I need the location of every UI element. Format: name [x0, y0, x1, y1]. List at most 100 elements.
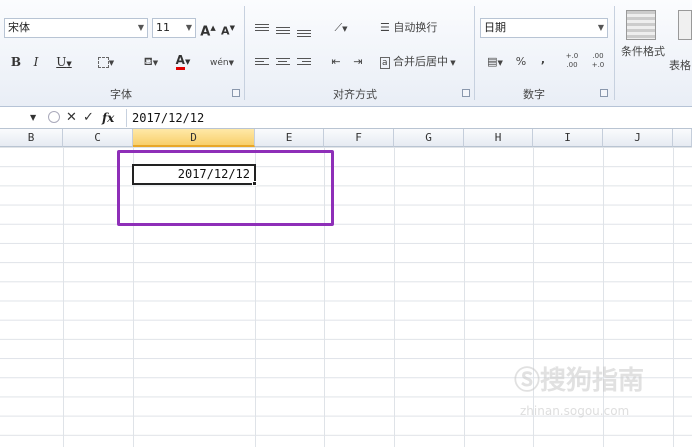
- worksheet-grid[interactable]: [0, 147, 692, 447]
- align-top-icon[interactable]: [255, 22, 269, 33]
- align-left-icon[interactable]: [255, 56, 269, 67]
- watermark-logo: Ⓢ搜狗指南: [514, 360, 644, 397]
- formula-bar: ▼ ✕ ✓ fx 2017/12/12: [0, 107, 692, 129]
- decrease-decimal-label: .00 +.0: [591, 52, 605, 69]
- chevron-down-icon: ▼: [597, 23, 604, 32]
- wrap-text-icon: ☰: [380, 21, 390, 34]
- font-color-button[interactable]: A▼: [170, 50, 196, 70]
- increase-decimal-label: +.0 .00: [565, 52, 579, 69]
- column-header-k[interactable]: [673, 129, 692, 147]
- column-header-g[interactable]: G: [394, 129, 464, 147]
- alignment-group-label: 对齐方式: [333, 88, 377, 101]
- formula-input[interactable]: 2017/12/12: [132, 109, 204, 127]
- phonetic-button[interactable]: wén▼: [206, 52, 238, 72]
- format-as-table-button[interactable]: 表格: [668, 56, 692, 76]
- fill-color-button[interactable]: ⛾▼: [136, 52, 166, 72]
- bold-button[interactable]: B: [8, 52, 24, 72]
- underline-label: U: [56, 55, 67, 69]
- merge-center-button[interactable]: a 合并后居中 ▼: [380, 52, 470, 72]
- column-header-j[interactable]: J: [603, 129, 673, 147]
- number-format-combo[interactable]: 日期 ▼: [480, 18, 608, 38]
- merge-cells-icon: a: [380, 57, 390, 69]
- gridline: [464, 147, 465, 447]
- insert-function-button[interactable]: fx: [102, 109, 114, 127]
- accounting-format-button[interactable]: ▤▼: [482, 52, 508, 72]
- column-header-e[interactable]: E: [255, 129, 324, 147]
- borders-button[interactable]: ▼: [92, 52, 120, 72]
- increase-indent-icon: ⇥: [353, 55, 363, 68]
- decrease-decimal-button[interactable]: .00 +.0: [588, 52, 608, 72]
- sogou-icon: Ⓢ: [514, 366, 541, 396]
- underline-button[interactable]: U▼: [52, 52, 76, 72]
- orientation-icon: ⟋: [334, 21, 343, 34]
- ribbon: 宋体 ▼ 11 ▼ A▲ A▼ B I U▼ ▼ ⛾▼ A▼ wén▼ 字体 ⟋…: [0, 0, 692, 107]
- percent-style-button[interactable]: %: [514, 52, 528, 72]
- comma-label: ,: [540, 53, 546, 66]
- grow-font-button[interactable]: A▲: [199, 18, 217, 40]
- circle-icon: [48, 111, 60, 123]
- conditional-formatting-icon[interactable]: [626, 10, 656, 40]
- cancel-entry-icon[interactable]: ✕: [66, 109, 77, 127]
- grow-font-label: A: [200, 24, 211, 40]
- alignment-dialog-launcher[interactable]: [462, 89, 470, 97]
- font-dialog-launcher[interactable]: [232, 89, 240, 97]
- italic-label: I: [33, 55, 39, 69]
- fx-label: fx: [102, 111, 115, 125]
- watermark-brand: 搜狗指南: [540, 366, 645, 396]
- paint-bucket-icon: ⛾: [143, 55, 153, 68]
- highlight-box: [117, 150, 334, 226]
- phonetic-label: wén: [210, 58, 229, 68]
- number-dialog-launcher[interactable]: [600, 89, 608, 97]
- font-group-label: 字体: [110, 88, 132, 101]
- align-bottom-icon[interactable]: [297, 28, 311, 39]
- ribbon-separator: [474, 6, 475, 100]
- format-as-table-label: 表格: [669, 59, 691, 72]
- accounting-icon: ▤: [487, 55, 498, 68]
- shrink-font-label: A: [221, 24, 230, 38]
- orientation-button[interactable]: ⟋▼: [328, 18, 354, 38]
- watermark-url: zhinan.sogou.com: [520, 404, 630, 418]
- ribbon-separator: [614, 6, 615, 100]
- chevron-down-icon: ▼: [185, 23, 192, 32]
- italic-button[interactable]: I: [29, 52, 43, 72]
- wrap-text-label: 自动换行: [393, 21, 438, 34]
- name-box-dropdown[interactable]: ▼: [30, 109, 44, 127]
- number-group-label: 数字: [523, 88, 545, 101]
- font-name-value: 宋体: [8, 21, 30, 34]
- column-header-f[interactable]: F: [324, 129, 394, 147]
- borders-icon: [97, 56, 109, 68]
- font-size-value: 11: [156, 21, 170, 34]
- align-center-icon[interactable]: [276, 56, 290, 67]
- increase-indent-button[interactable]: ⇥: [350, 52, 366, 72]
- comma-style-button[interactable]: ,: [538, 50, 548, 70]
- bold-label: B: [10, 55, 22, 69]
- confirm-entry-icon[interactable]: ✓: [83, 109, 94, 127]
- merge-center-label: 合并后居中: [393, 55, 449, 68]
- gridline: [673, 147, 674, 447]
- align-right-icon[interactable]: [297, 56, 311, 67]
- format-as-table-icon[interactable]: [678, 10, 692, 40]
- column-header-c[interactable]: C: [63, 129, 133, 147]
- wrap-text-button[interactable]: ☰ 自动换行: [380, 18, 450, 38]
- number-format-value: 日期: [484, 21, 506, 34]
- formula-separator: [126, 109, 127, 127]
- gridline: [394, 147, 395, 447]
- font-size-combo[interactable]: 11 ▼: [152, 18, 196, 38]
- ribbon-separator: [244, 6, 245, 100]
- shrink-font-button[interactable]: A▼: [220, 18, 236, 38]
- chevron-down-icon: ▼: [137, 23, 144, 32]
- font-color-label: A: [175, 53, 185, 70]
- column-header-i[interactable]: I: [533, 129, 603, 147]
- column-header-d[interactable]: D: [133, 129, 255, 147]
- font-name-combo[interactable]: 宋体 ▼: [4, 18, 148, 38]
- decrease-indent-button[interactable]: ⇤: [328, 52, 344, 72]
- gridline: [533, 147, 534, 447]
- column-header-b[interactable]: B: [0, 129, 63, 147]
- increase-decimal-button[interactable]: +.0 .00: [562, 52, 582, 72]
- column-header-h[interactable]: H: [464, 129, 533, 147]
- gridline: [603, 147, 604, 447]
- align-middle-icon[interactable]: [276, 25, 290, 36]
- decrease-indent-icon: ⇤: [331, 55, 341, 68]
- percent-label: %: [515, 55, 527, 68]
- conditional-formatting-button[interactable]: 条件格式: [618, 42, 668, 62]
